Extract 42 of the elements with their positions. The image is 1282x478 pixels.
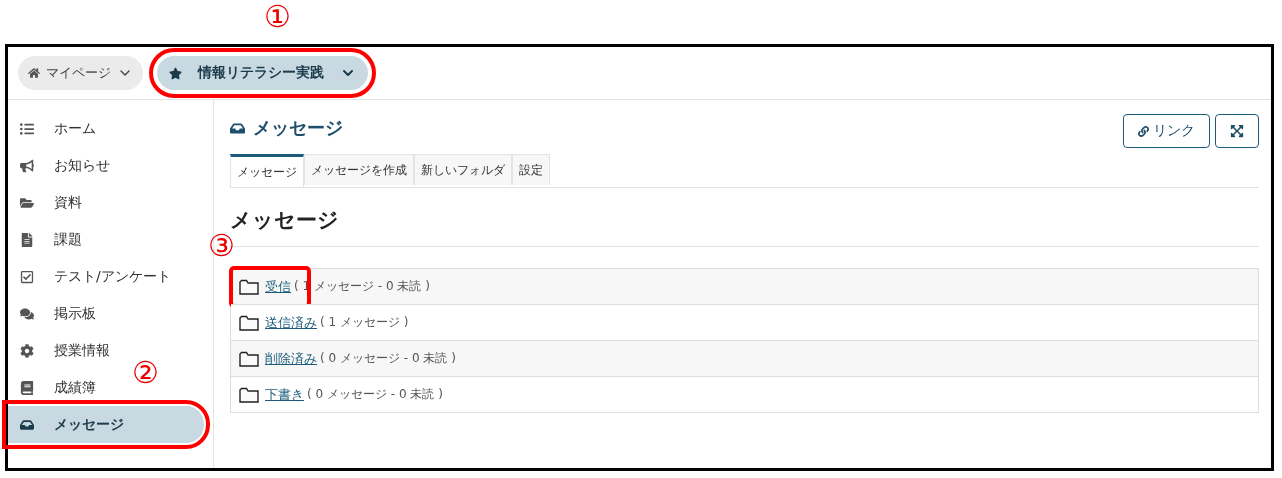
annotation-number: ② (132, 358, 159, 388)
folder-link[interactable]: 送信済み (265, 313, 317, 332)
folder-icon (239, 350, 259, 367)
tab[interactable]: 新しいフォルダ (414, 154, 512, 185)
sidebar-item[interactable]: 資料 (8, 184, 82, 221)
link-icon (1138, 125, 1149, 137)
list-icon (20, 121, 34, 136)
megaphone-icon (20, 158, 34, 173)
gear-icon (20, 343, 34, 358)
page-title: メッセージ (253, 116, 343, 140)
sidebar-item[interactable]: 課題 (8, 221, 82, 258)
folder-count: ( 0 メッセージ - 0 未読 ) (307, 386, 443, 403)
folder-icon (20, 195, 34, 210)
folder-icon (239, 386, 259, 403)
folder-link[interactable]: 受信 (265, 277, 291, 296)
folder-icon (239, 278, 259, 295)
document-icon (20, 232, 34, 247)
tab[interactable]: メッセージを作成 (304, 154, 414, 185)
breadcrumb-pill[interactable]: マイページ (18, 56, 143, 90)
sidebar-item[interactable]: 授業情報 (8, 332, 110, 369)
book-icon (20, 380, 34, 395)
home-icon (28, 67, 40, 79)
sidebar-item[interactable]: テスト/アンケート (8, 258, 171, 295)
folder-icon (239, 314, 259, 331)
folder-count: ( 0 メッセージ - 0 未読 ) (320, 350, 456, 367)
chat-bubbles-icon (20, 306, 34, 321)
link-button[interactable]: リンク (1123, 114, 1210, 148)
checkbox-icon (20, 269, 34, 284)
sidebar-item[interactable]: 成績簿 (8, 369, 96, 406)
star-icon (169, 66, 182, 80)
sidebar-item[interactable]: 掲示板 (8, 295, 96, 332)
tab[interactable]: 設定 (512, 154, 550, 185)
annotation-number: ① (264, 2, 291, 32)
expand-icon (1230, 124, 1244, 138)
folder-link[interactable]: 下書き (265, 385, 304, 404)
folder-count: ( 1 メッセージ ) (320, 314, 409, 331)
inbox-icon (20, 417, 34, 432)
sidebar-item[interactable]: お知らせ (8, 147, 110, 184)
sidebar-item[interactable]: ホーム (8, 110, 96, 147)
folder-link[interactable]: 削除済み (265, 349, 317, 368)
expand-button[interactable] (1215, 114, 1259, 148)
tab[interactable]: メッセージ (230, 154, 304, 187)
